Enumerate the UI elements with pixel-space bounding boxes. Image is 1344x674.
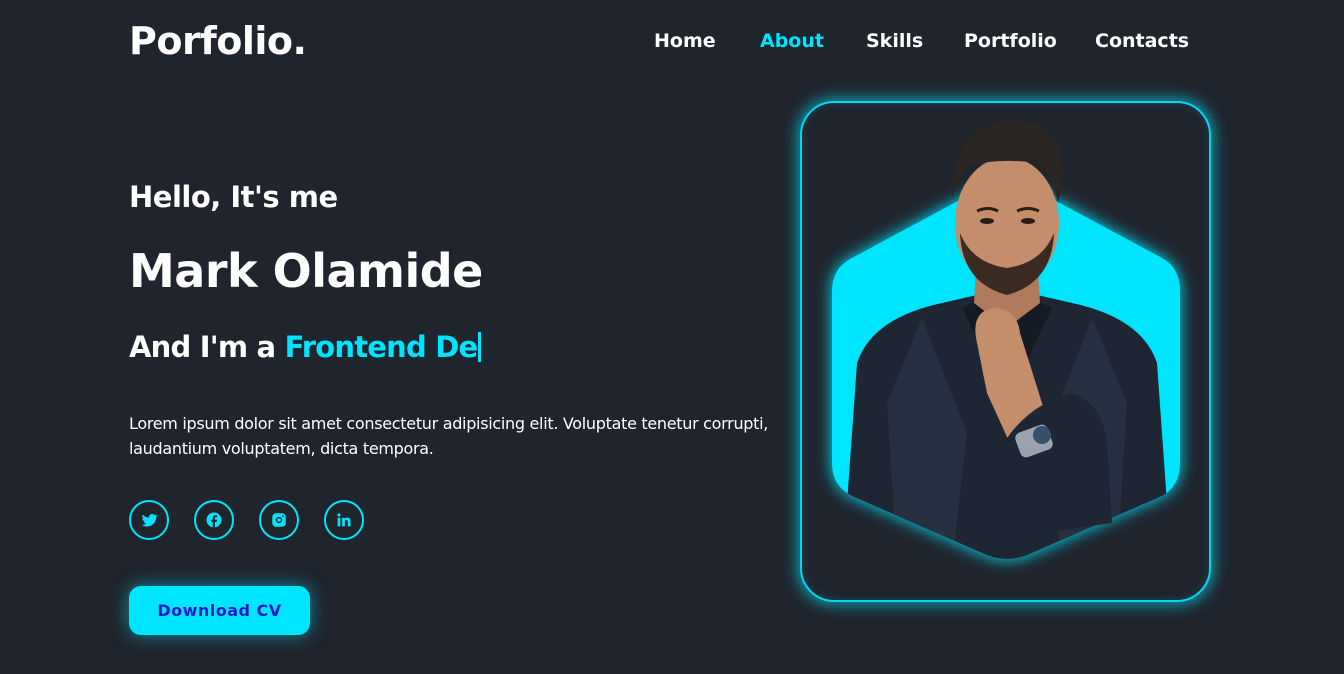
main-nav: Home About Skills Portfolio Contacts [0, 28, 1344, 56]
greeting: Hello, It's me [129, 180, 338, 214]
typing-caret [478, 332, 482, 362]
twitter-icon [140, 511, 158, 529]
nav-portfolio[interactable]: Portfolio [964, 28, 1057, 54]
twitter-link[interactable] [129, 500, 169, 540]
download-cv-button[interactable]: Download CV [129, 586, 310, 635]
page: Porfolio. Home About Skills Portfolio Co… [0, 0, 1344, 674]
role-typed-text: Frontend De [284, 330, 479, 364]
linkedin-link[interactable] [324, 500, 364, 540]
facebook-link[interactable] [194, 500, 234, 540]
portrait-image [832, 120, 1180, 559]
nav-home[interactable]: Home [654, 28, 716, 54]
facebook-icon [205, 511, 223, 529]
portrait-card [800, 101, 1211, 602]
instagram-icon [270, 511, 288, 529]
nav-about[interactable]: About [760, 28, 824, 54]
linkedin-icon [335, 511, 353, 529]
instagram-link[interactable] [259, 500, 299, 540]
role-line: And I'm a Frontend De [129, 327, 482, 367]
nav-contacts[interactable]: Contacts [1095, 28, 1189, 54]
hero-description: Lorem ipsum dolor sit amet consectetur a… [129, 414, 769, 458]
nav-skills[interactable]: Skills [866, 28, 923, 54]
hero-name: Mark Olamide [129, 244, 483, 298]
role-prefix: And I'm a [129, 330, 285, 364]
